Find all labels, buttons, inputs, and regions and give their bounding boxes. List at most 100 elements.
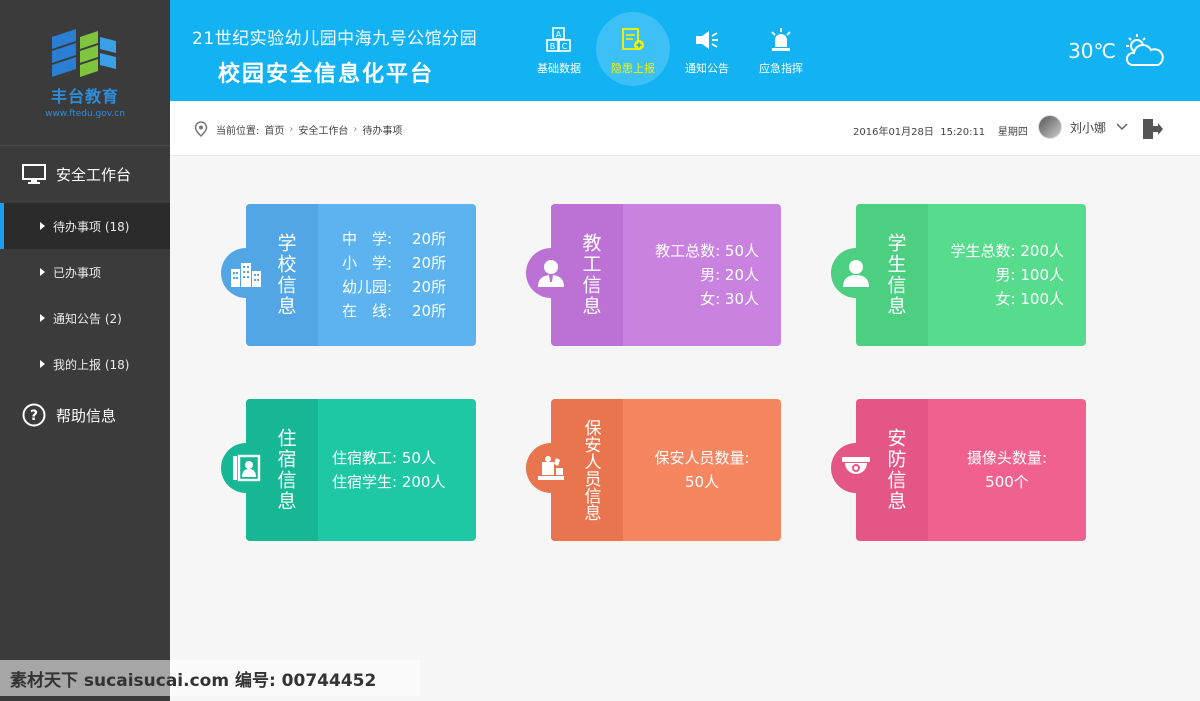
card-body: 住宿教工: 50人 住宿学生: 200人 <box>318 399 476 541</box>
chevron-down-icon <box>1116 123 1128 131</box>
stat-value: 20所 <box>412 302 447 320</box>
logout-button[interactable] <box>1140 117 1164 144</box>
stat-row: 住宿学生: 200人 <box>332 473 446 491</box>
watermark: 素材天下 sucaisucai.com 编号: 00744452 <box>0 660 420 696</box>
sidebar-item-done[interactable]: 已办事项 <box>0 249 170 295</box>
building-icon <box>221 248 271 298</box>
breadcrumb-current: 待办事项 <box>362 125 403 137</box>
logo-name: 丰台教育 <box>50 86 119 106</box>
stat-row: 中 学: 20所 <box>342 227 476 251</box>
sidebar-section-label: 安全工作台 <box>56 166 132 184</box>
nav-hazard-report[interactable]: 隐患上报 <box>596 0 670 101</box>
weather: 30℃ <box>1068 34 1164 68</box>
caret-right-icon <box>40 268 45 276</box>
nav-basic-data[interactable]: ABC 基础数据 <box>522 0 596 101</box>
logo[interactable]: 丰台教育 www.ftedu.gov.cn <box>0 0 170 145</box>
card-body: 摄像头数量: 500个 <box>928 399 1086 541</box>
stat-row: 女: 30人 <box>700 290 759 308</box>
abc-blocks-icon: ABC <box>545 26 573 54</box>
sidebar-item-label: 通知公告 (2) <box>53 311 122 326</box>
nav-label: 隐患上报 <box>611 61 655 75</box>
card-title: 教工信息 <box>579 233 602 317</box>
card-title: 安防信息 <box>884 428 907 512</box>
breadcrumb-prefix: 当前位置: <box>216 125 260 137</box>
sidebar: 丰台教育 www.ftedu.gov.cn 安全工作台 待办事项 (18) 已办… <box>0 0 170 701</box>
security-guard-icon <box>526 443 576 493</box>
caret-right-icon <box>40 314 45 322</box>
dorm-info-card[interactable]: 住宿信息 住宿教工: 50人 住宿学生: 200人 <box>221 399 476 541</box>
caret-right-icon <box>40 360 45 368</box>
student-icon <box>831 248 881 298</box>
logout-icon <box>1143 119 1163 139</box>
location-pin-icon <box>194 121 208 137</box>
stat-value: 20所 <box>412 230 447 248</box>
user-name: 刘小娜 <box>1070 120 1107 135</box>
stat-row: 摄像头数量: <box>966 449 1048 467</box>
svg-text:B: B <box>550 42 556 51</box>
stat-value: 20所 <box>412 278 447 296</box>
stat-value: 20所 <box>412 254 447 272</box>
card-body: 学生总数: 200人 男: 100人 女: 100人 <box>928 204 1086 346</box>
card-body: 教工总数: 50人 男: 20人 女: 30人 <box>623 204 781 346</box>
card-body: 保安人员数量: 50人 <box>623 399 781 541</box>
guard-info-card[interactable]: 保安人员信息 保安人员数量: 50人 <box>526 399 781 541</box>
stat-row: 小 学: 20所 <box>342 251 476 275</box>
report-icon <box>619 26 647 54</box>
stat-row: 500个 <box>985 473 1029 491</box>
teacher-icon <box>526 248 576 298</box>
top-nav: ABC 基础数据 隐患上报 通知公告 应急指挥 <box>522 0 818 101</box>
nav-label: 通知公告 <box>685 61 729 75</box>
sidebar-item-notices[interactable]: 通知公告 (2) <box>0 295 170 341</box>
megaphone-icon <box>693 26 721 54</box>
sidebar-item-label: 我的上报 (18) <box>53 357 130 372</box>
user-menu[interactable]: 刘小娜 <box>1038 115 1128 139</box>
stat-label: 在 线: <box>342 302 393 320</box>
card-title: 学校信息 <box>274 233 297 317</box>
dorm-icon <box>221 443 271 493</box>
svg-text:C: C <box>562 42 568 51</box>
sidebar-item-my-reports[interactable]: 我的上报 (18) <box>0 341 170 387</box>
stat-label: 中 学: <box>342 230 393 248</box>
sidebar-section-help[interactable]: ? 帮助信息 <box>0 387 170 443</box>
stat-row: 男: 100人 <box>995 266 1064 284</box>
school-info-card[interactable]: 学校信息 中 学: 20所 小 学: 20所 幼儿园: 20所 在 线: 20所 <box>221 204 476 346</box>
stat-row: 保安人员数量: <box>654 449 750 467</box>
card-body: 中 学: 20所 小 学: 20所 幼儿园: 20所 在 线: 20所 <box>318 204 476 346</box>
sun-cloud-icon <box>1125 34 1164 66</box>
security-info-card[interactable]: 安防信息 摄像头数量: 500个 <box>831 399 1086 541</box>
top-header: 21世纪实验幼儿园中海九号公馆分园 校园安全信息化平台 ABC 基础数据 隐患上… <box>170 0 1200 101</box>
chevron-right-icon: › <box>289 123 294 135</box>
camera-icon <box>831 443 881 493</box>
caret-right-icon <box>40 222 45 230</box>
card-title: 保安人员信息 <box>580 419 601 521</box>
stat-row: 男: 20人 <box>700 266 759 284</box>
platform-title: 校园安全信息化平台 <box>218 62 435 87</box>
sidebar-item-label: 待办事项 (18) <box>53 219 130 234</box>
staff-info-card[interactable]: 教工信息 教工总数: 50人 男: 20人 女: 30人 <box>526 204 781 346</box>
nav-emergency[interactable]: 应急指挥 <box>744 0 818 101</box>
nav-label: 基础数据 <box>537 61 581 75</box>
help-icon: ? <box>22 403 46 427</box>
stat-row: 50人 <box>684 473 720 491</box>
nav-notices[interactable]: 通知公告 <box>670 0 744 101</box>
stat-row: 学生总数: 200人 <box>950 242 1064 260</box>
current-datetime: 2016年01月28日 15:20:11 星期四 <box>853 127 1028 138</box>
card-title: 住宿信息 <box>274 428 297 512</box>
sidebar-section-workbench[interactable]: 安全工作台 <box>0 145 170 203</box>
stat-row: 住宿教工: 50人 <box>332 449 436 467</box>
sidebar-section-label: 帮助信息 <box>56 406 117 425</box>
breadcrumb-workbench[interactable]: 安全工作台 <box>298 122 348 137</box>
breadcrumb-home[interactable]: 首页 <box>264 122 284 137</box>
school-name: 21世纪实验幼儿园中海九号公馆分园 <box>192 29 478 49</box>
stat-label: 小 学: <box>342 254 393 272</box>
chevron-right-icon: › <box>353 123 358 135</box>
student-info-card[interactable]: 学生信息 学生总数: 200人 男: 100人 女: 100人 <box>831 204 1086 346</box>
sidebar-item-label: 已办事项 <box>53 265 102 280</box>
stat-row: 在 线: 20所 <box>342 299 476 323</box>
stat-label: 幼儿园: <box>342 278 393 296</box>
stat-row: 教工总数: 50人 <box>655 242 759 260</box>
sidebar-item-todo[interactable]: 待办事项 (18) <box>0 203 170 249</box>
svg-text:A: A <box>556 30 562 39</box>
breadcrumb: 当前位置: 首页 › 安全工作台 › 待办事项 <box>194 121 407 137</box>
breadcrumb-bar: 当前位置: 首页 › 安全工作台 › 待办事项 2016年01月28日 15:2… <box>170 101 1200 156</box>
